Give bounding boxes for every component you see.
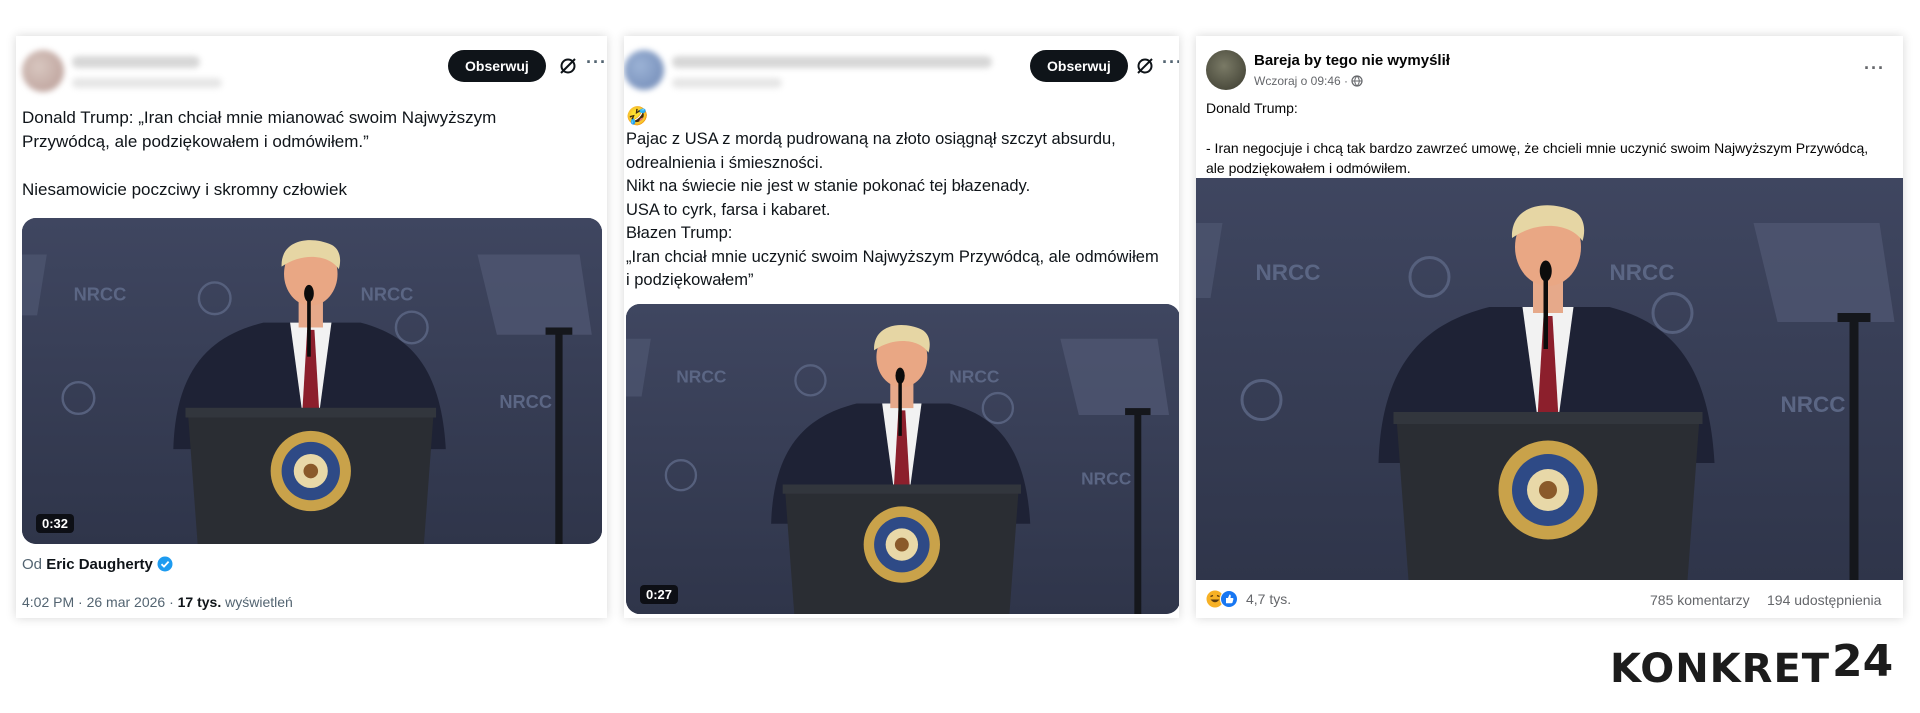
- stage-logo-text: NRCC: [499, 391, 552, 412]
- comments-count[interactable]: 785 komentarzy: [1650, 592, 1750, 608]
- stage-logo-text: NRCC: [74, 284, 127, 305]
- author-name-blurred[interactable]: [672, 56, 992, 68]
- page-name[interactable]: Bareja by tego nie wymyślił: [1254, 52, 1450, 69]
- stage-logo-text: NRCC: [676, 367, 727, 387]
- follow-button[interactable]: Obserwuj: [448, 50, 546, 82]
- timestamp[interactable]: 4:02 PM · 26 mar 2026 ·: [22, 594, 174, 610]
- post-x-2: Obserwuj ··· 🤣 Pajac z USA z mordą pudro…: [624, 36, 1179, 618]
- avatar[interactable]: [624, 50, 664, 90]
- video-scene: NRCC NRCC NRCC: [22, 218, 602, 544]
- konkret24-logo: KONKRET 24: [1610, 636, 1910, 692]
- author-name-blurred[interactable]: [72, 56, 200, 68]
- stage-logo-text: NRCC: [1081, 468, 1132, 488]
- video-duration: 0:32: [36, 514, 75, 533]
- grok-icon[interactable]: [1135, 56, 1155, 76]
- like-reaction-icon: [1220, 590, 1238, 608]
- stage-logo-text: NRCC: [361, 284, 414, 305]
- author-handle-blurred: [672, 78, 782, 88]
- post-text: Pajac z USA z mordą pudrowaną na złoto o…: [626, 130, 1159, 289]
- stage-logo-text: NRCC: [1610, 260, 1675, 285]
- post-time-text: Wczoraj o 09:46 ·: [1254, 74, 1349, 88]
- post-meta: 4:02 PM · 26 mar 2026 · 17 tys. wyświetl…: [22, 594, 293, 610]
- video-scene: NRCC NRCC NRCC: [626, 304, 1179, 614]
- more-options-icon[interactable]: ···: [1162, 52, 1179, 73]
- reactions-count: 4,7 tys.: [1246, 591, 1292, 607]
- source-prefix: Od: [22, 556, 43, 573]
- views-label: wyświetleń: [225, 594, 293, 610]
- brand-number: 24: [1832, 636, 1894, 687]
- post-text: Donald Trump: „Iran chciał mnie mianować…: [22, 108, 497, 199]
- brand-name: KONKRET: [1610, 646, 1831, 692]
- page-avatar[interactable]: [1206, 50, 1246, 90]
- more-options-icon[interactable]: ···: [586, 52, 607, 73]
- globe-icon: [1351, 75, 1363, 87]
- more-options-icon[interactable]: ···: [1864, 58, 1885, 79]
- views-count: 17 tys.: [177, 594, 222, 610]
- avatar[interactable]: [22, 50, 64, 92]
- video-player[interactable]: NRCC NRCC NRCC: [626, 304, 1179, 614]
- verified-badge-icon: [157, 556, 173, 572]
- video-player[interactable]: NRCC NRCC NRCC: [1196, 178, 1903, 580]
- stage-logo-text: NRCC: [949, 367, 1000, 387]
- follow-button[interactable]: Obserwuj: [1030, 50, 1128, 82]
- stage-logo-text: NRCC: [1256, 260, 1321, 285]
- post-time[interactable]: Wczoraj o 09:46 ·: [1254, 74, 1363, 88]
- post-facebook: Bareja by tego nie wymyślił Wczoraj o 09…: [1196, 36, 1903, 618]
- shares-count[interactable]: 194 udostępnienia: [1767, 592, 1881, 608]
- emoji: 🤣: [626, 106, 649, 126]
- source-author-link[interactable]: Eric Daugherty: [46, 556, 153, 573]
- post-text: Donald Trump: - Iran negocjuje i chcą ta…: [1206, 100, 1869, 176]
- source-attribution: Od Eric Daugherty: [22, 556, 173, 573]
- author-handle-blurred: [72, 78, 222, 88]
- grok-icon[interactable]: [558, 56, 578, 76]
- post-x-1: Obserwuj ··· Donald Trump: „Iran chciał …: [16, 36, 607, 618]
- video-duration: 0:27: [640, 585, 679, 604]
- video-player[interactable]: NRCC NRCC NRCC: [22, 218, 602, 544]
- video-scene: NRCC NRCC NRCC: [1196, 178, 1903, 580]
- stage-logo-text: NRCC: [1781, 392, 1846, 417]
